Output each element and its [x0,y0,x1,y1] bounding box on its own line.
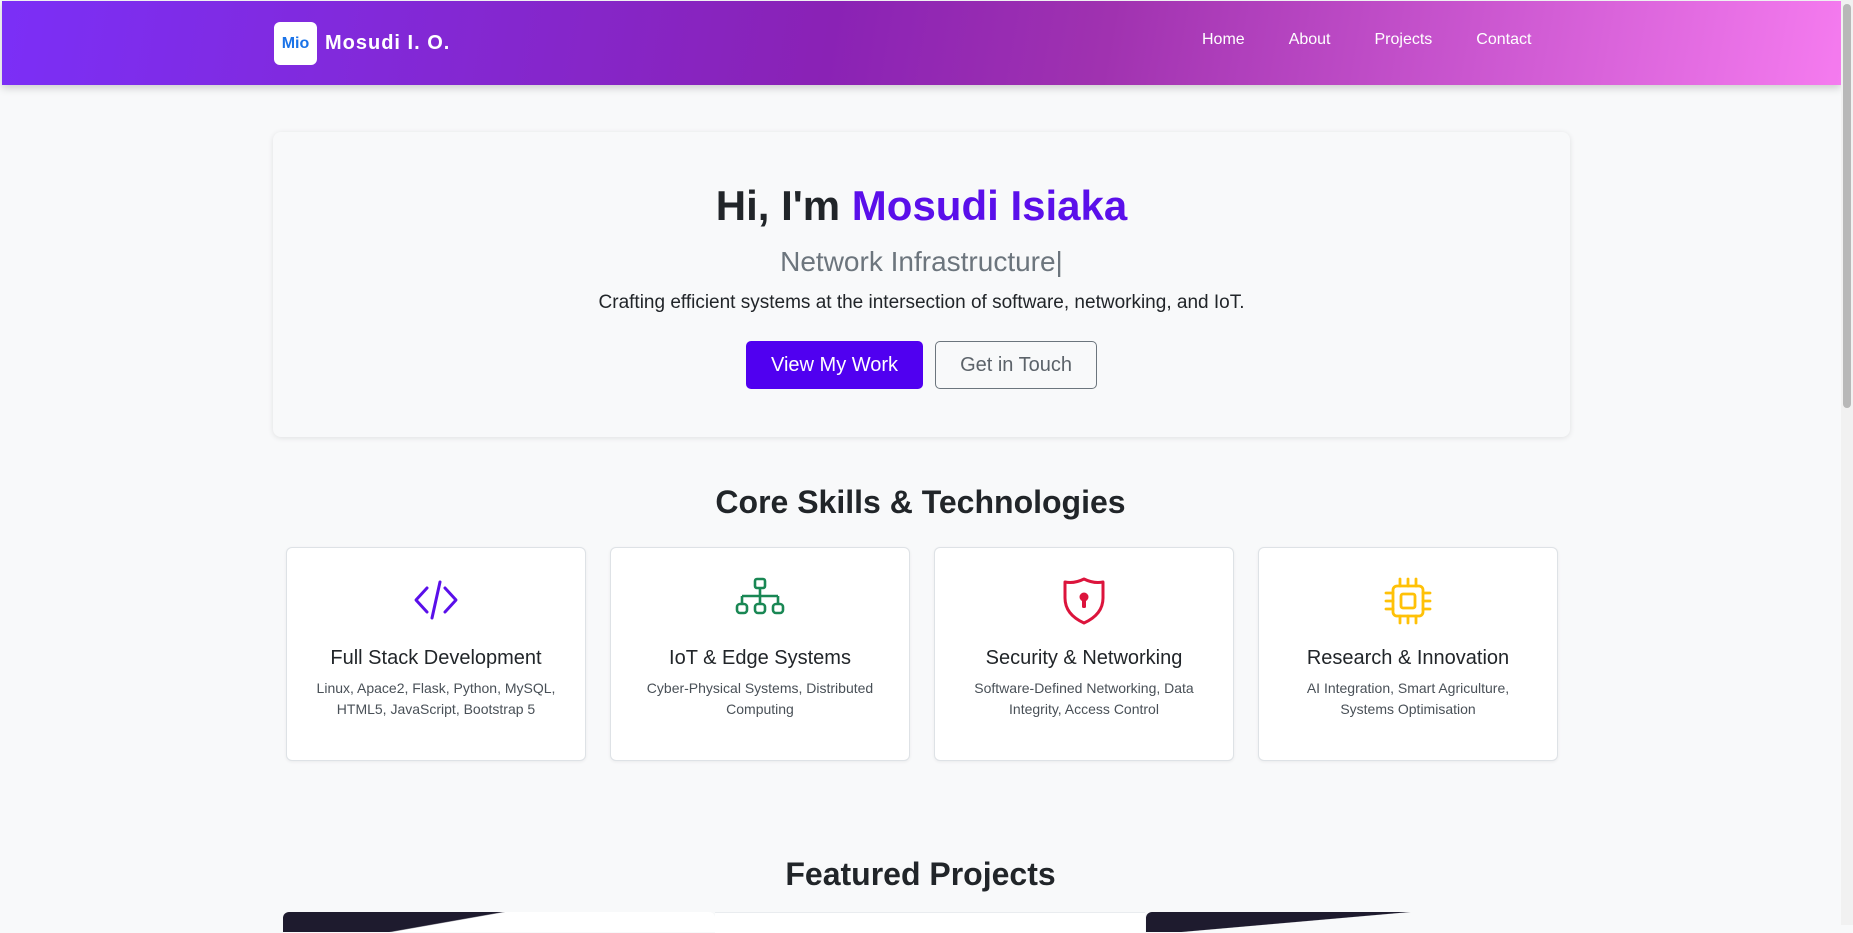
skills-heading: Core Skills & Technologies [715,484,1126,520]
skill-card-desc: AI Integration, Smart Agriculture, Syste… [1306,680,1510,717]
hero-buttons: View My Work Get in Touch [273,341,1570,389]
nav-link-home[interactable]: Home [1202,31,1245,49]
code-icon [287,576,585,626]
skill-card-title: Full Stack Development [330,647,542,669]
scrollbar-thumb[interactable] [1843,4,1851,408]
skill-card-security: Security & Networking Software-Defined N… [934,547,1234,761]
shield-lock-icon [935,576,1233,626]
hero-name: Mosudi Isiaka [851,182,1128,229]
project-card-image[interactable] [715,912,1145,933]
skill-card-desc: Linux, Apace2, Flask, Python, MySQL, HTM… [316,680,556,717]
network-icon [611,576,909,626]
hero-role: Network Infrastructure| [780,246,1063,277]
view-my-work-button[interactable]: View My Work [746,341,924,389]
skill-card-title: Research & Innovation [1306,647,1510,669]
skill-card-research: Research & Innovation AI Integration, Sm… [1258,547,1558,761]
skill-card-desc: Software-Defined Networking, Data Integr… [974,680,1194,717]
nav-links: Home About Projects Contact [1202,31,1531,49]
get-in-touch-button[interactable]: Get in Touch [935,341,1097,389]
cpu-chip-icon [1259,576,1557,626]
hero-title: Hi, I'm Mosudi Isiaka [273,182,1570,230]
scrollbar[interactable] [1841,0,1853,925]
skill-card-fullstack: Full Stack Development Linux, Apace2, Fl… [286,547,586,761]
skill-card-title: IoT & Edge Systems [669,647,851,669]
skill-card-desc: Cyber-Physical Systems, Distributed Comp… [646,680,874,717]
nav-link-contact[interactable]: Contact [1476,31,1531,49]
projects-heading: Featured Projects [785,856,1056,892]
skill-card-iot: IoT & Edge Systems Cyber-Physical System… [610,547,910,761]
project-card-image[interactable] [1146,912,1570,932]
hero-tagline: Crafting efficient systems at the inters… [598,292,1245,313]
skill-card-title: Security & Networking [985,647,1183,669]
hero-greeting: Hi, I'm [715,182,841,229]
project-card-image[interactable] [283,912,715,932]
brand-name[interactable]: Mosudi I. O. [325,32,450,55]
brand[interactable]: Mio Mosudi I. O. [274,22,450,65]
navbar: Mio Mosudi I. O. Home About Projects Con… [2,1,1841,85]
nav-link-about[interactable]: About [1289,31,1331,49]
hero-section: Hi, I'm Mosudi Isiaka Network Infrastruc… [273,132,1570,437]
brand-logo[interactable]: Mio [274,22,317,65]
nav-link-projects[interactable]: Projects [1375,31,1433,49]
